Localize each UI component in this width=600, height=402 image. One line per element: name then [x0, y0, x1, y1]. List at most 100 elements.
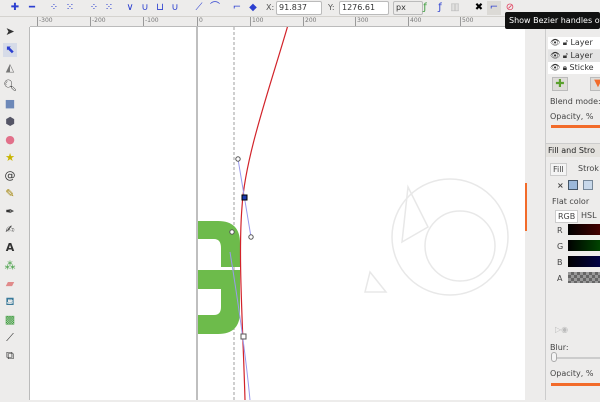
ruler-tick: 500 [460, 17, 474, 26]
canvas[interactable] [30, 24, 525, 401]
connector-tool-icon[interactable]: ⧉ [3, 349, 17, 363]
delete-segment-icon[interactable]: ⁙ [102, 1, 116, 15]
blue-slider[interactable] [568, 256, 600, 267]
text-tool-icon[interactable]: A [3, 241, 17, 255]
dropper-tool-icon[interactable]: ⟋ [3, 331, 17, 345]
spiral-tool-icon[interactable]: @ [3, 169, 17, 183]
add-layer-button[interactable]: ✚ [552, 77, 568, 91]
cusp-node-icon[interactable]: ∨ [123, 1, 137, 15]
paint-bucket-tool-icon[interactable]: ⛾ [3, 295, 17, 309]
ruler-tick: -100 [143, 17, 159, 26]
join-segment-icon[interactable]: ⁘ [87, 1, 101, 15]
ruler-tick: 400 [408, 17, 422, 26]
scroll-thumb[interactable] [525, 183, 527, 231]
channel-label: A [557, 274, 563, 283]
channel-label: R [557, 226, 563, 235]
visibility-lock-icons[interactable]: 👁︎ 🔓︎ [548, 51, 570, 60]
blur-slider[interactable] [551, 357, 600, 359]
horizontal-ruler[interactable]: -300 -200 -100 0 100 200 300 400 500 [30, 17, 525, 27]
ruler-tick: 0 [197, 17, 203, 26]
layer-name: Sticke [569, 63, 594, 72]
layer-row[interactable]: 👁︎ 🔒︎ Sticke [548, 62, 600, 74]
y-label: Y: [328, 3, 335, 12]
linear-gradient-icon[interactable] [583, 180, 593, 190]
layer-row[interactable]: 👁︎ 🔓︎ Layer [548, 37, 600, 49]
opacity-slider[interactable] [551, 383, 600, 386]
flat-color-label: Flat color [552, 197, 590, 206]
symmetric-node-icon[interactable]: ⊔ [153, 1, 167, 15]
raise-layer-button[interactable]: ▼ [590, 77, 600, 91]
visibility-lock-icons[interactable]: 👁︎ 🔓︎ [548, 38, 570, 47]
stroke-to-path-icon[interactable]: ◆ [246, 1, 260, 15]
node-tool-icon[interactable]: ⬉ [3, 43, 17, 57]
toolbox: ➤ ⬉ ◭ 🔍︎ ■ ⬢ ● ★ @ ✎ ✒ ✍ A ⁂ ▰ ⛾ ▩ ⟋ ⧉ [0, 17, 20, 400]
blur-label: Blur: [550, 343, 569, 352]
alpha-slider[interactable] [568, 272, 600, 283]
dock-panel: 👁︎ 🔓︎ Layer 👁︎ 🔓︎ Layer 👁︎ 🔒︎ Sticke ✚ ▼… [545, 17, 600, 400]
ruler-tick: -300 [37, 17, 53, 26]
calligraphy-tool-icon[interactable]: ✍ [3, 223, 17, 237]
mask-icon[interactable]: ▥ [448, 1, 462, 15]
star-tool-icon[interactable]: ★ [3, 151, 17, 165]
delete-node-icon[interactable]: ━ [25, 1, 39, 15]
tab-stroke[interactable]: Strok [576, 163, 600, 174]
pencil-tool-icon[interactable]: ✎ [3, 187, 17, 201]
opacity-label: Opacity, % [550, 112, 594, 121]
segment-line-icon[interactable]: ⟋ [192, 1, 206, 15]
drawing [196, 24, 509, 401]
transform-handles-icon[interactable]: ✖ [472, 1, 486, 15]
tab-hsl[interactable]: HSL [579, 210, 599, 221]
x-label: X: [266, 3, 275, 12]
zoom-tool-icon[interactable]: 🔍︎ [3, 79, 17, 93]
insert-node-icon[interactable]: ✚ [8, 1, 22, 15]
path-effect-icon[interactable]: ƒ [418, 1, 432, 15]
break-path-icon[interactable]: ⁙ [63, 1, 77, 15]
blur-slider-handle[interactable] [551, 352, 557, 362]
bezier-handle[interactable] [235, 156, 241, 162]
green-slider[interactable] [568, 240, 600, 251]
auto-node-icon[interactable]: ∪ [168, 1, 182, 15]
vertical-ruler[interactable] [20, 27, 30, 400]
vertical-scrollbar[interactable] [525, 17, 545, 400]
blend-mode-label: Blend mode: [550, 97, 600, 106]
eraser-tool-icon[interactable]: ▰ [3, 277, 17, 291]
tweak-tool-icon[interactable]: ◭ [3, 61, 17, 75]
selector-tool-icon[interactable]: ➤ [3, 25, 17, 39]
clip-path-icon[interactable]: ƒ [433, 1, 447, 15]
show-handles-icon[interactable]: ⌐ [487, 1, 501, 15]
smooth-node-icon[interactable]: ∪ [138, 1, 152, 15]
bezier-handle[interactable] [229, 229, 235, 235]
path-node[interactable] [240, 333, 247, 340]
layer-name: Layer [570, 51, 593, 60]
selected-path[interactable] [239, 24, 289, 401]
bezier-handle[interactable] [248, 234, 254, 240]
tab-fill[interactable]: Fill [550, 163, 567, 176]
gradient-tool-icon[interactable]: ▩ [3, 313, 17, 327]
opacity-slider[interactable] [551, 125, 600, 128]
no-paint-icon[interactable]: × [557, 181, 564, 190]
faded-logo [364, 178, 509, 296]
y-input[interactable]: 1276.61 [339, 1, 389, 15]
fill-stroke-header[interactable]: Fill and Stro [546, 143, 600, 157]
red-slider[interactable] [568, 224, 600, 235]
flat-color-icon[interactable] [568, 180, 578, 190]
selected-node[interactable] [241, 194, 248, 201]
visibility-lock-icons[interactable]: 👁︎ 🔒︎ [548, 63, 570, 72]
ruler-tick: 200 [303, 17, 317, 26]
3d-box-tool-icon[interactable]: ⬢ [3, 115, 17, 129]
tab-rgb[interactable]: RGB [555, 210, 579, 223]
channel-label: B [557, 258, 563, 267]
x-input[interactable]: 91.837 [276, 1, 322, 15]
ruler-tick: 100 [250, 17, 264, 26]
markers-icon[interactable]: ▷◉ [555, 325, 568, 334]
layer-name: Layer [570, 38, 593, 47]
rectangle-tool-icon[interactable]: ■ [3, 97, 17, 111]
join-nodes-icon[interactable]: ⁘ [47, 1, 61, 15]
spray-tool-icon[interactable]: ⁂ [3, 259, 17, 273]
object-to-path-icon[interactable]: ⌐ [230, 1, 244, 15]
layer-row[interactable]: 👁︎ 🔓︎ Layer [548, 50, 600, 62]
ellipse-tool-icon[interactable]: ● [3, 133, 17, 147]
pen-tool-icon[interactable]: ✒ [3, 205, 17, 219]
opacity-label: Opacity, % [550, 369, 594, 378]
segment-curve-icon[interactable]: ⌒ [208, 1, 222, 15]
